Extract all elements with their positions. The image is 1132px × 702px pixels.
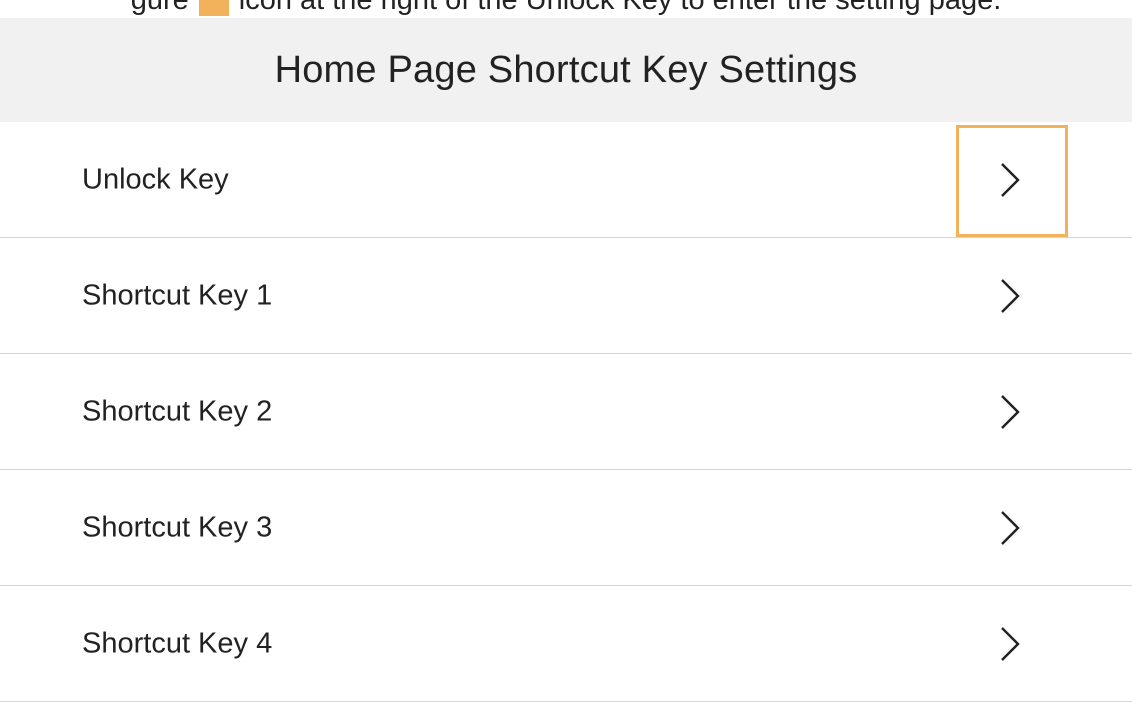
list-item-shortcut-key-4[interactable]: Shortcut Key 4 xyxy=(0,586,1132,702)
list-item-label: Unlock Key xyxy=(82,163,229,195)
instruction-caption: gure icon at the right of the Unlock Key … xyxy=(0,0,1132,18)
chevron-right-icon[interactable] xyxy=(995,508,1025,548)
highlight-marker-icon xyxy=(198,0,229,17)
list-item-label: Shortcut Key 4 xyxy=(82,627,273,659)
caption-suffix: icon at the right of the Unlock Key to e… xyxy=(238,0,1002,16)
chevron-right-icon[interactable] xyxy=(995,160,1025,200)
page-title: Home Page Shortcut Key Settings xyxy=(274,48,858,91)
shortcut-key-list: Unlock Key Shortcut Key 1 Shortcut Key 2… xyxy=(0,122,1132,702)
page-header: Home Page Shortcut Key Settings xyxy=(0,18,1132,122)
list-item-unlock-key[interactable]: Unlock Key xyxy=(0,122,1132,238)
list-item-shortcut-key-2[interactable]: Shortcut Key 2 xyxy=(0,354,1132,470)
list-item-label: Shortcut Key 2 xyxy=(82,395,273,427)
list-item-shortcut-key-1[interactable]: Shortcut Key 1 xyxy=(0,238,1132,354)
chevron-right-icon[interactable] xyxy=(995,276,1025,316)
chevron-right-icon[interactable] xyxy=(995,624,1025,664)
list-item-label: Shortcut Key 1 xyxy=(82,279,273,311)
caption-prefix: gure xyxy=(130,0,189,16)
caption-text: gure icon at the right of the Unlock Key … xyxy=(0,0,1132,17)
list-item-label: Shortcut Key 3 xyxy=(82,511,273,543)
list-item-shortcut-key-3[interactable]: Shortcut Key 3 xyxy=(0,470,1132,586)
chevron-right-icon[interactable] xyxy=(995,392,1025,432)
